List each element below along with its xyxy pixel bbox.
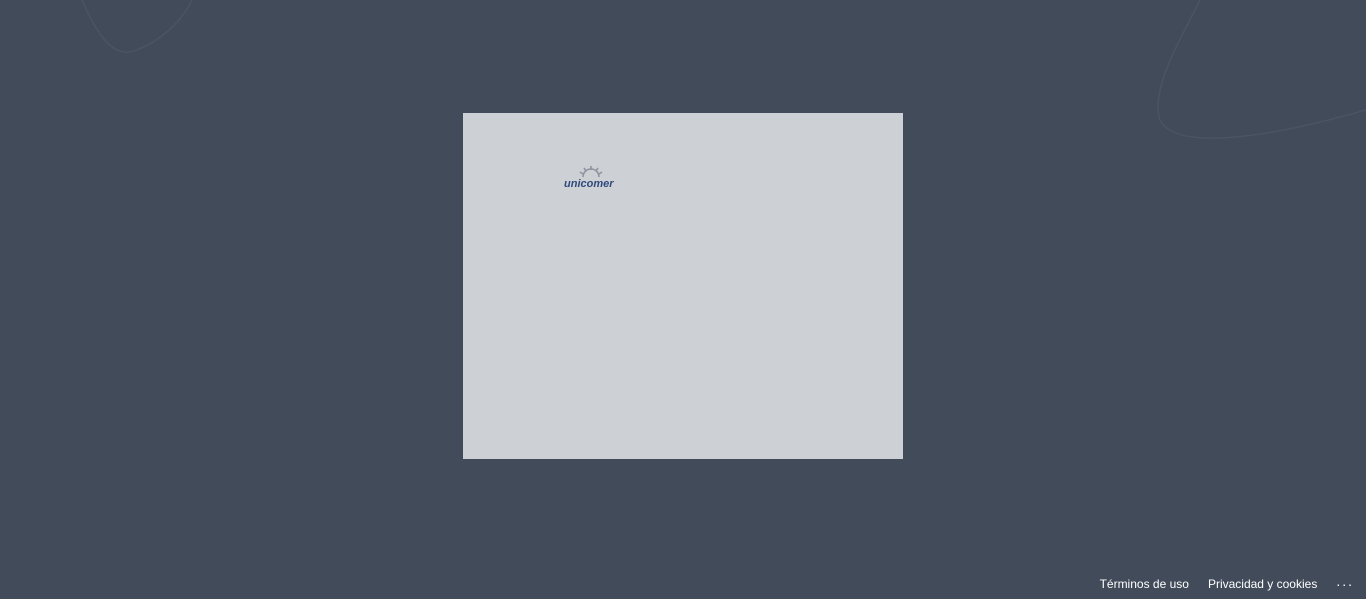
footer: Términos de uso Privacidad y cookies ...	[1100, 574, 1354, 594]
logo-wordmark: unicomer	[564, 178, 614, 190]
login-card: unicomer	[463, 113, 903, 459]
more-options-button[interactable]: ...	[1336, 574, 1354, 588]
unicomer-logo-icon: unicomer	[564, 166, 614, 190]
terms-link[interactable]: Términos de uso	[1100, 577, 1189, 591]
company-logo: unicomer	[563, 163, 623, 191]
privacy-link[interactable]: Privacidad y cookies	[1208, 577, 1317, 591]
